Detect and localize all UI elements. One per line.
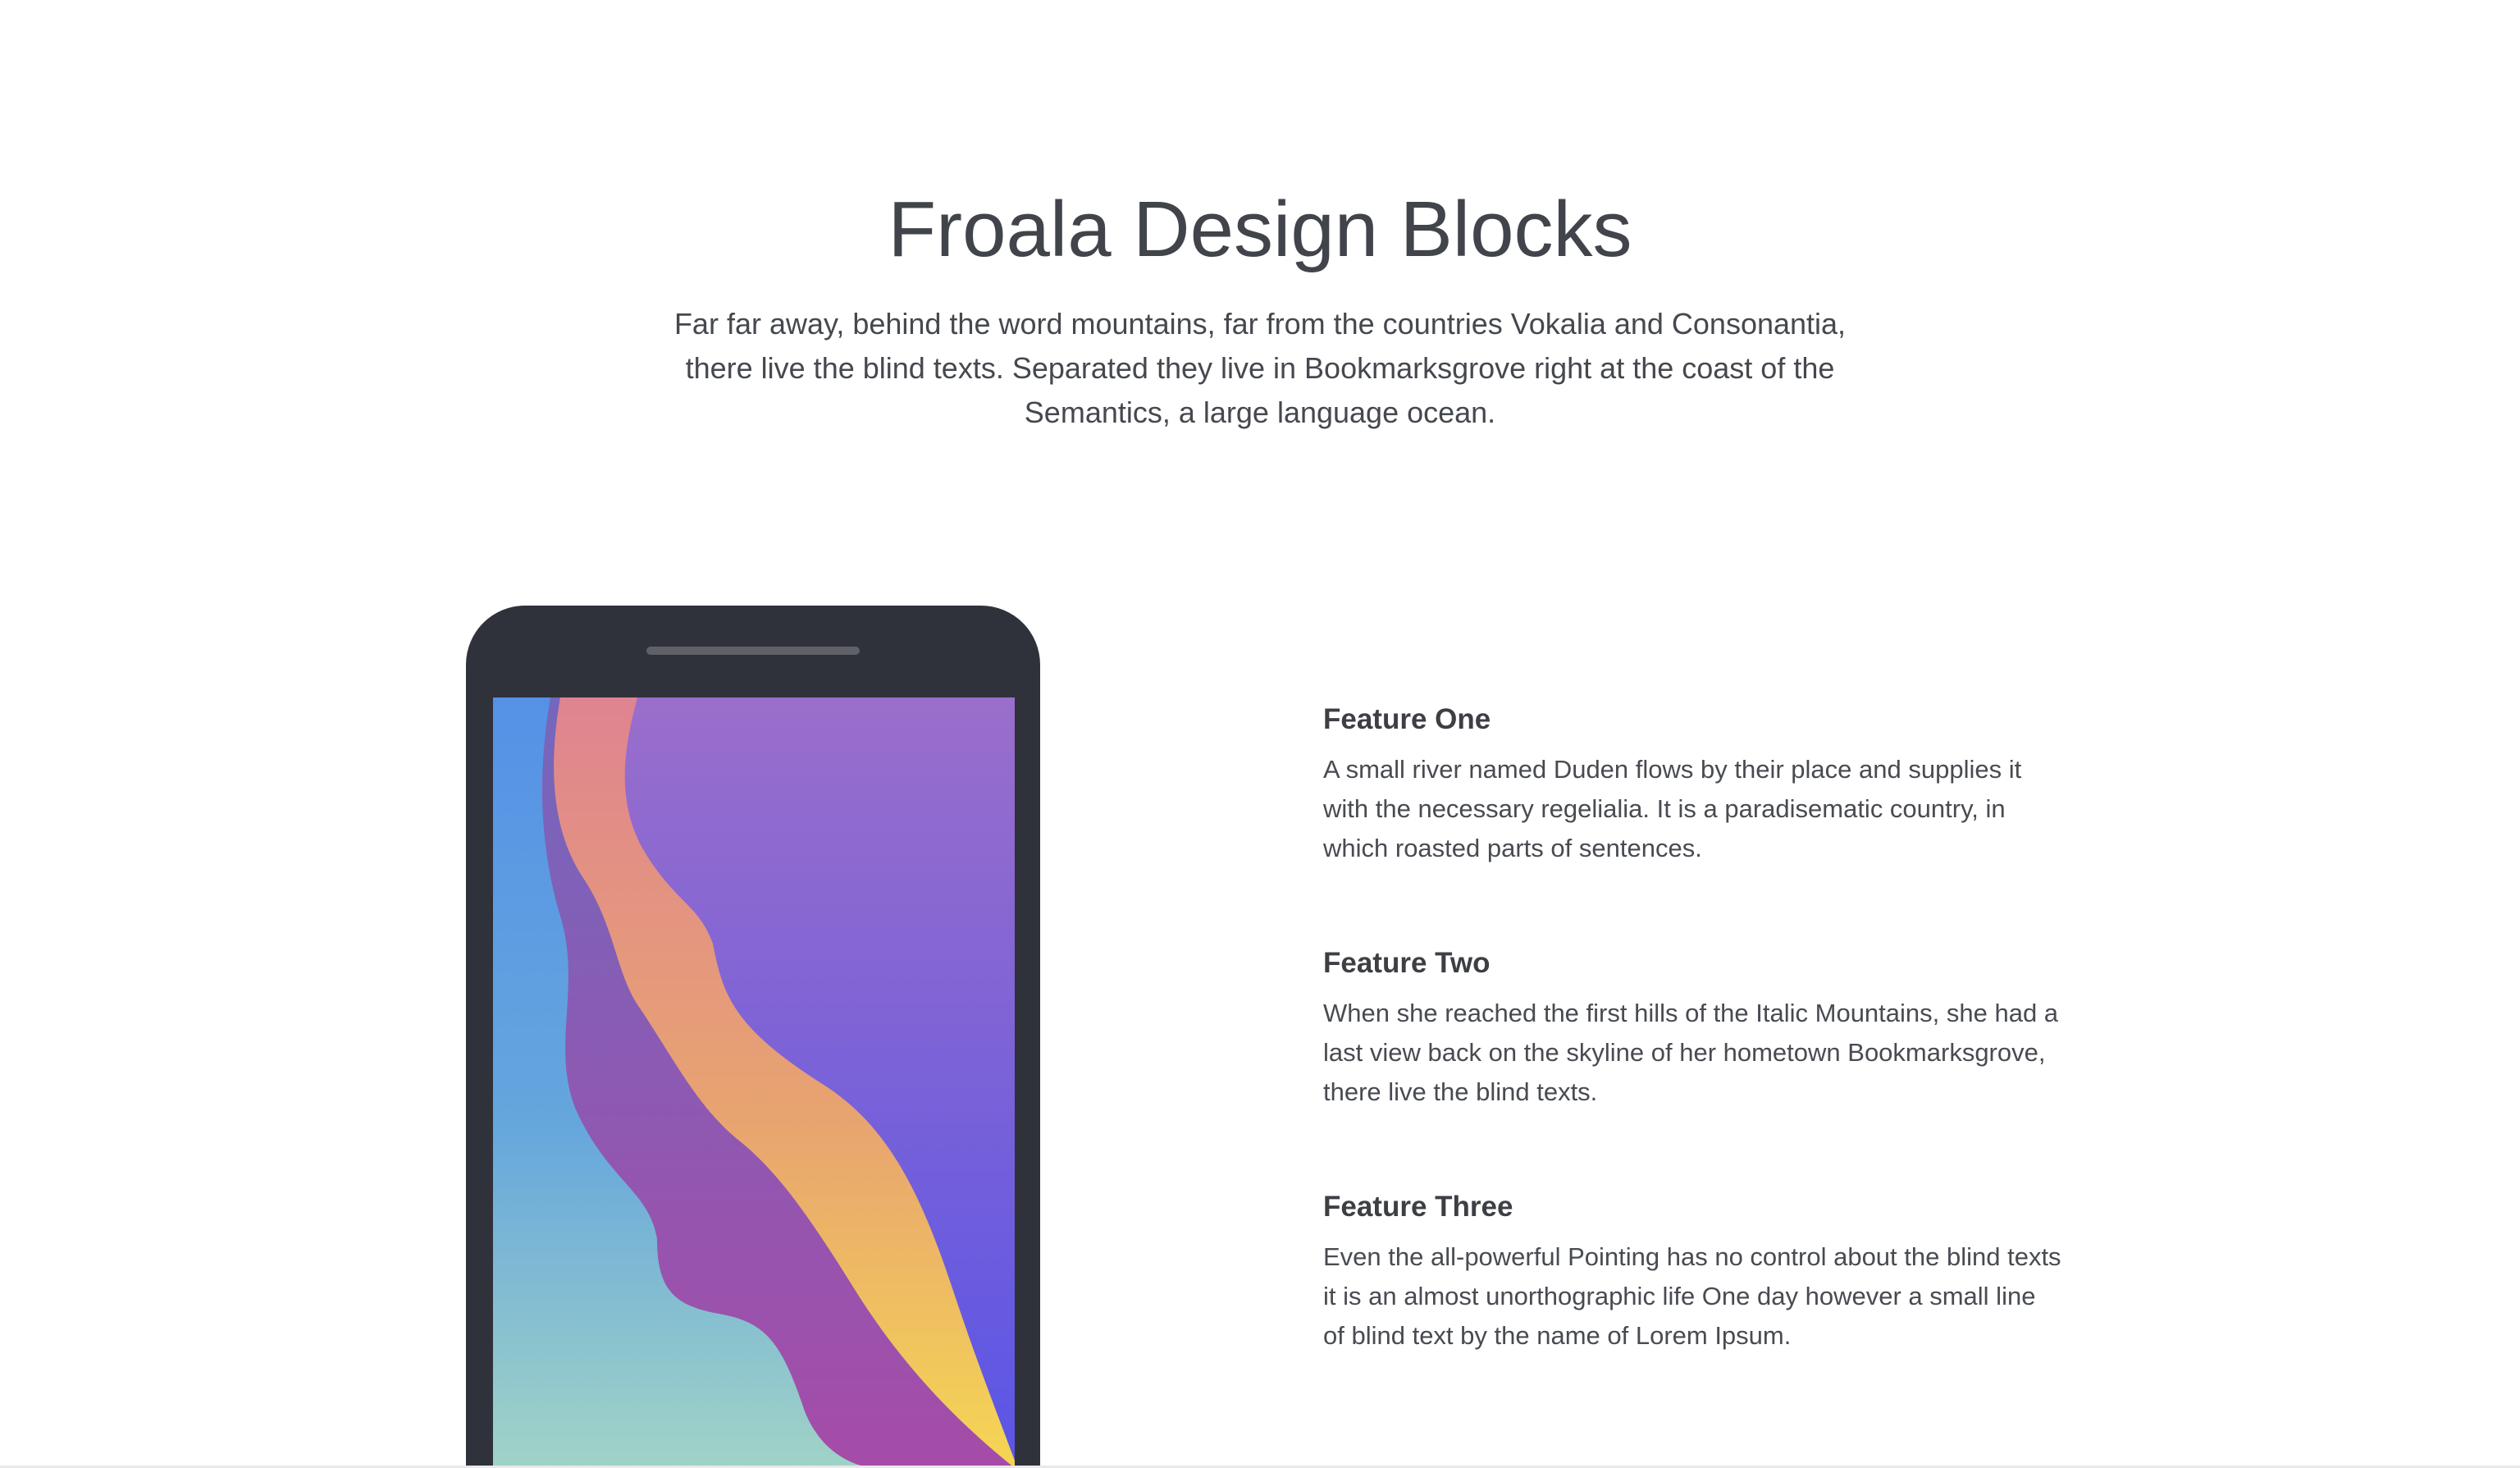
- feature-text: When she reached the first hills of the …: [1323, 999, 2059, 1106]
- feature-text: A small river named Duden flows by their…: [1323, 755, 2022, 862]
- feature-title: Feature One: [1323, 703, 1491, 735]
- feature-title: Feature Two: [1323, 947, 1491, 979]
- phone-screen: [493, 697, 1015, 1468]
- page-title: Froala Design Blocks: [888, 185, 1632, 273]
- phone-wallpaper: [493, 697, 1015, 1468]
- phone-speaker: [646, 647, 860, 655]
- page-subtitle: Far far away, behind the word mountains,…: [673, 307, 1847, 429]
- feature-item: Feature Two When she reached the first h…: [1323, 943, 2061, 1112]
- feature-item: Feature One A small river named Duden fl…: [1323, 699, 2061, 868]
- feature-item: Feature Three Even the all-powerful Poin…: [1323, 1187, 2061, 1356]
- feature-title: Feature Three: [1323, 1191, 1513, 1223]
- features-page: Froala Design Blocks Far far away, behin…: [0, 0, 2520, 1468]
- phone-illustration: [466, 606, 1040, 1468]
- feature-text: Even the all-powerful Pointing has no co…: [1323, 1242, 2061, 1350]
